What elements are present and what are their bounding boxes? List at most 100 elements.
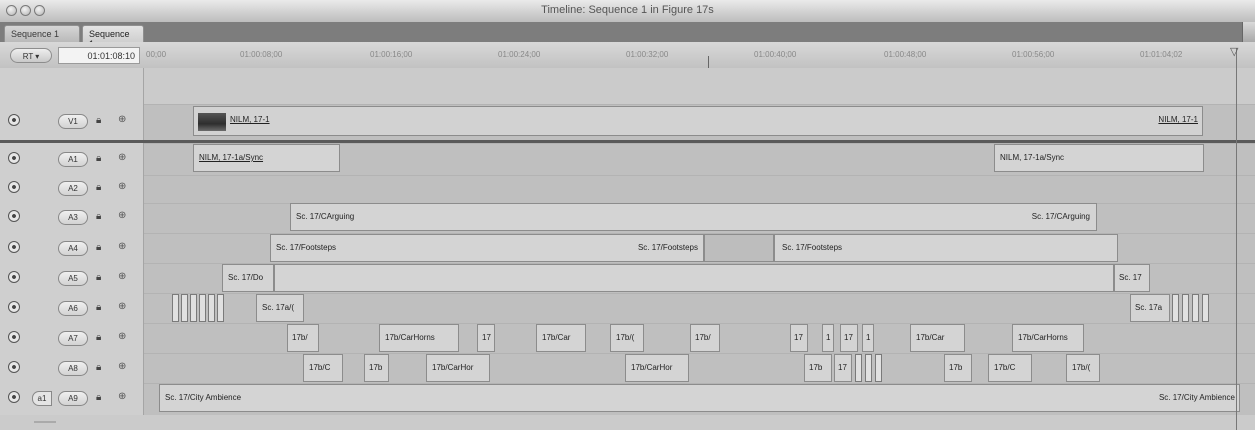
audio-clip[interactable]: 17b/ bbox=[690, 324, 720, 352]
track-height-control[interactable] bbox=[34, 421, 56, 423]
audio-clip[interactable]: 17 bbox=[477, 324, 495, 352]
audio-clip[interactable]: 17b/CarHorns bbox=[379, 324, 459, 352]
track-visibility-icon[interactable] bbox=[8, 241, 20, 253]
current-timecode-field[interactable]: 01:01:08:10 bbox=[58, 47, 140, 64]
audio-clip[interactable]: 17b/Car bbox=[536, 324, 586, 352]
audio-clip[interactable] bbox=[181, 294, 188, 322]
audio-clip[interactable]: Sc. 17/Do bbox=[222, 264, 274, 292]
audio-clip[interactable]: Sc. 17/Footsteps bbox=[774, 234, 1118, 262]
link-icon[interactable]: ⊕ bbox=[118, 241, 126, 253]
time-ruler[interactable]: 00;00 01:00:08;00 01:00:16;00 01:00:24;0… bbox=[144, 42, 1255, 68]
audio-clip[interactable] bbox=[172, 294, 179, 322]
link-icon[interactable]: ⊕ bbox=[118, 181, 126, 193]
rt-menu-button[interactable]: RT ▾ bbox=[10, 48, 52, 63]
lock-icon[interactable]: 🔒︎ bbox=[96, 182, 101, 194]
link-icon[interactable]: ⊕ bbox=[118, 301, 126, 313]
audio-clip[interactable] bbox=[1202, 294, 1209, 322]
audio-clip[interactable] bbox=[1192, 294, 1199, 322]
destination-patch-a1[interactable]: A1 bbox=[58, 152, 88, 167]
audio-clip[interactable] bbox=[217, 294, 224, 322]
destination-patch-a2[interactable]: A2 bbox=[58, 181, 88, 196]
audio-clip[interactable]: 17b bbox=[364, 354, 389, 382]
audio-clip[interactable]: 17b/CarHor bbox=[426, 354, 490, 382]
audio-clip[interactable] bbox=[875, 354, 882, 382]
audio-clip[interactable]: 17b bbox=[944, 354, 972, 382]
link-icon[interactable]: ⊕ bbox=[118, 271, 126, 283]
audio-clip[interactable]: Sc. 17a/( bbox=[256, 294, 304, 322]
tab-sequence-1-active[interactable]: Sequence 1 bbox=[82, 25, 144, 49]
audio-clip[interactable]: 17b/Car bbox=[910, 324, 965, 352]
track-visibility-icon[interactable] bbox=[8, 271, 20, 283]
audio-clip[interactable] bbox=[274, 264, 1114, 292]
destination-patch-a5[interactable]: A5 bbox=[58, 271, 88, 286]
link-icon[interactable]: ⊕ bbox=[118, 361, 126, 373]
link-icon[interactable]: ⊕ bbox=[118, 152, 126, 164]
audio-clip[interactable]: 1 bbox=[862, 324, 874, 352]
audio-clip[interactable]: Sc. 17/Footsteps Sc. 17/Footsteps bbox=[270, 234, 704, 262]
destination-patch-v1[interactable]: V1 bbox=[58, 114, 88, 129]
audio-clip[interactable]: 17b/( bbox=[1066, 354, 1100, 382]
audio-clip[interactable] bbox=[208, 294, 215, 322]
audio-clip[interactable] bbox=[199, 294, 206, 322]
audio-clip[interactable] bbox=[865, 354, 872, 382]
destination-patch-a6[interactable]: A6 bbox=[58, 301, 88, 316]
source-patch-a1[interactable]: a1 bbox=[32, 391, 52, 406]
lock-icon[interactable]: 🔒︎ bbox=[96, 362, 101, 374]
destination-patch-a7[interactable]: A7 bbox=[58, 331, 88, 346]
track-visibility-icon[interactable] bbox=[8, 210, 20, 222]
audio-clip[interactable]: Sc. 17/CArguing Sc. 17/CArguing bbox=[290, 203, 1097, 231]
audio-clip[interactable]: Sc. 17a bbox=[1130, 294, 1170, 322]
link-icon[interactable]: ⊕ bbox=[118, 210, 126, 222]
audio-clip[interactable] bbox=[855, 354, 862, 382]
track-visibility-icon[interactable] bbox=[8, 391, 20, 403]
audio-clip[interactable]: 17 bbox=[840, 324, 858, 352]
audio-clip[interactable] bbox=[1182, 294, 1189, 322]
track-visibility-icon[interactable] bbox=[8, 361, 20, 373]
link-icon[interactable]: ⊕ bbox=[118, 114, 126, 126]
lock-icon[interactable]: 🔒︎ bbox=[96, 272, 101, 284]
track-header-a3: A3 🔒︎ ⊕ bbox=[0, 202, 143, 234]
video-clip[interactable]: NILM, 17-1 NILM, 17-1 bbox=[193, 106, 1203, 136]
track-visibility-icon[interactable] bbox=[8, 331, 20, 343]
track-lane-a6[interactable] bbox=[144, 293, 1255, 323]
link-icon[interactable]: ⊕ bbox=[118, 331, 126, 343]
audio-clip[interactable]: 17b/C bbox=[988, 354, 1032, 382]
track-visibility-icon[interactable] bbox=[8, 152, 20, 164]
audio-clip[interactable]: 17b/( bbox=[610, 324, 644, 352]
destination-patch-a9[interactable]: A9 bbox=[58, 391, 88, 406]
track-visibility-icon[interactable] bbox=[8, 114, 20, 126]
lock-icon[interactable]: 🔒︎ bbox=[96, 115, 101, 127]
audio-clip[interactable]: Sc. 17 bbox=[1114, 264, 1150, 292]
audio-clip[interactable]: 17b/CarHor bbox=[625, 354, 689, 382]
lock-icon[interactable]: 🔒︎ bbox=[96, 332, 101, 344]
lock-icon[interactable]: 🔒︎ bbox=[96, 392, 101, 404]
audio-clip[interactable]: 17 bbox=[834, 354, 852, 382]
playhead-icon[interactable]: ▽ bbox=[1230, 45, 1238, 58]
track-visibility-icon[interactable] bbox=[8, 301, 20, 313]
audio-clip[interactable]: 17b/CarHorns bbox=[1012, 324, 1084, 352]
playhead-line[interactable] bbox=[1236, 48, 1237, 430]
audio-clip[interactable]: 17b/C bbox=[303, 354, 343, 382]
lock-icon[interactable]: 🔒︎ bbox=[96, 242, 101, 254]
destination-patch-a3[interactable]: A3 bbox=[58, 210, 88, 225]
track-visibility-icon[interactable] bbox=[8, 181, 20, 193]
audio-clip[interactable]: NILM, 17-1a/Sync bbox=[994, 144, 1204, 172]
audio-clip[interactable]: 1 bbox=[822, 324, 834, 352]
audio-clip[interactable]: 17 bbox=[790, 324, 808, 352]
destination-patch-a4[interactable]: A4 bbox=[58, 241, 88, 256]
audio-clip[interactable] bbox=[704, 234, 774, 262]
lock-icon[interactable]: 🔒︎ bbox=[96, 153, 101, 165]
link-icon[interactable]: ⊕ bbox=[118, 391, 126, 403]
tab-sequence-1[interactable]: Sequence 1 bbox=[4, 25, 80, 42]
audio-clip[interactable]: 17b/ bbox=[287, 324, 319, 352]
audio-clip[interactable] bbox=[190, 294, 197, 322]
tab-bar-corner-button[interactable] bbox=[1242, 22, 1255, 42]
lock-icon[interactable]: 🔒︎ bbox=[96, 211, 101, 223]
audio-clip[interactable] bbox=[1172, 294, 1179, 322]
audio-clip[interactable]: Sc. 17/City Ambience Sc. 17/City Ambienc… bbox=[159, 384, 1240, 412]
lock-icon[interactable]: 🔒︎ bbox=[96, 302, 101, 314]
track-lane-a2[interactable] bbox=[144, 175, 1255, 203]
audio-clip[interactable]: NILM, 17-1a/Sync bbox=[193, 144, 340, 172]
destination-patch-a8[interactable]: A8 bbox=[58, 361, 88, 376]
audio-clip[interactable]: 17b bbox=[804, 354, 832, 382]
